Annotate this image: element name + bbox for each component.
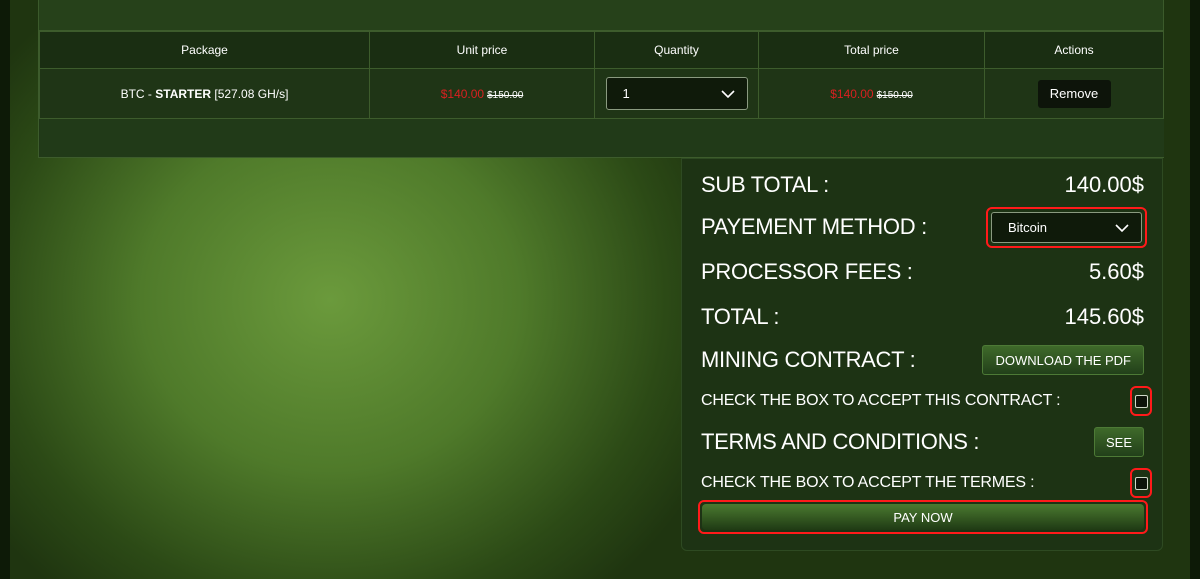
unit-price-new: $140.00 <box>440 86 485 101</box>
header-quantity: Quantity <box>594 31 759 69</box>
payment-method-select[interactable]: Bitcoin <box>991 211 1142 243</box>
pay-now-label: PAY NOW <box>893 509 953 525</box>
table-footer-row <box>39 118 1164 158</box>
table-header-row: Package Unit price Quantity Total price … <box>39 31 1164 69</box>
quantity-cell: 1 <box>594 68 759 119</box>
accept-terms-row: CHECK THE BOX TO ACCEPT THE TERMES : <box>701 467 1152 499</box>
accept-terms-checkbox[interactable] <box>1134 476 1148 490</box>
unit-price-old: $150.00 <box>487 89 524 101</box>
accept-contract-highlight <box>1130 386 1152 416</box>
cart-table: Package Unit price Quantity Total price … <box>38 30 1164 158</box>
subtotal-row: SUB TOTAL : 140.00$ <box>701 169 1144 201</box>
total-price-cell: $140.00 $150.00 <box>758 68 985 119</box>
payment-method-label: PAYEMENT METHOD : <box>701 214 927 239</box>
total-price-new: $140.00 <box>830 86 874 101</box>
page-edge-right <box>1190 0 1200 579</box>
pay-now-button[interactable]: PAY NOW <box>702 504 1144 530</box>
accept-terms-highlight <box>1130 468 1152 498</box>
accept-terms-label: CHECK THE BOX TO ACCEPT THE TERMES : <box>701 474 1035 491</box>
processor-fees-label: PROCESSOR FEES : <box>701 259 913 284</box>
total-row: TOTAL : 145.60$ <box>701 301 1144 333</box>
accept-contract-checkbox[interactable] <box>1134 394 1148 408</box>
package-hashrate: [527.08 GH/s] <box>211 86 289 101</box>
cart-table-grid: Package Unit price Quantity Total price … <box>39 31 1164 158</box>
processor-fees-row: PROCESSOR FEES : 5.60$ <box>701 256 1144 288</box>
download-pdf-button[interactable]: DOWNLOAD THE PDF <box>982 345 1144 375</box>
processor-fees-value: 5.60$ <box>1088 259 1144 284</box>
header-package: Package <box>39 31 370 69</box>
table-footer-cell <box>39 118 1164 158</box>
total-value: 145.60$ <box>1064 304 1144 329</box>
accept-contract-label: CHECK THE BOX TO ACCEPT THIS CONTRACT : <box>701 392 1061 409</box>
subtotal-label: SUB TOTAL : <box>701 172 829 197</box>
total-price-old: $150.00 <box>876 89 913 101</box>
pay-now-highlight: PAY NOW <box>698 500 1148 534</box>
table-row: BTC - STARTER [527.08 GH/s] $140.00 $150.… <box>39 68 1164 119</box>
quantity-value: 1 <box>622 86 630 101</box>
top-band <box>38 0 1164 30</box>
payment-method-highlight: Bitcoin <box>986 206 1147 248</box>
actions-cell: Remove <box>984 68 1164 119</box>
package-cell: BTC - STARTER [527.08 GH/s] <box>39 68 370 119</box>
chevron-down-icon <box>1115 223 1129 232</box>
total-label: TOTAL : <box>701 304 780 329</box>
header-total-price: Total price <box>758 31 985 69</box>
payment-method-row: PAYEMENT METHOD : Bitcoin <box>701 203 1147 251</box>
mining-contract-row: MINING CONTRACT : DOWNLOAD THE PDF <box>701 344 1144 376</box>
remove-button[interactable]: Remove <box>1037 79 1111 108</box>
see-terms-button[interactable]: SEE <box>1093 427 1144 457</box>
terms-row: TERMS AND CONDITIONS : SEE <box>701 426 1144 458</box>
header-unit-price: Unit price <box>369 31 595 69</box>
accept-contract-row: CHECK THE BOX TO ACCEPT THIS CONTRACT : <box>701 385 1152 417</box>
header-actions: Actions <box>984 31 1164 69</box>
payment-method-value: Bitcoin <box>1008 219 1048 235</box>
page-edge-left <box>0 0 10 579</box>
subtotal-value: 140.00$ <box>1064 172 1144 197</box>
package-prefix: BTC - <box>120 86 156 101</box>
quantity-select[interactable]: 1 <box>605 77 748 110</box>
mining-contract-label: MINING CONTRACT : <box>701 347 916 372</box>
order-summary-panel: SUB TOTAL : 140.00$ PAYEMENT METHOD : Bi… <box>681 158 1163 551</box>
package-name: STARTER <box>155 86 212 101</box>
chevron-down-icon <box>720 90 735 99</box>
unit-price-cell: $140.00 $150.00 <box>369 68 595 119</box>
terms-label: TERMS AND CONDITIONS : <box>701 429 980 454</box>
